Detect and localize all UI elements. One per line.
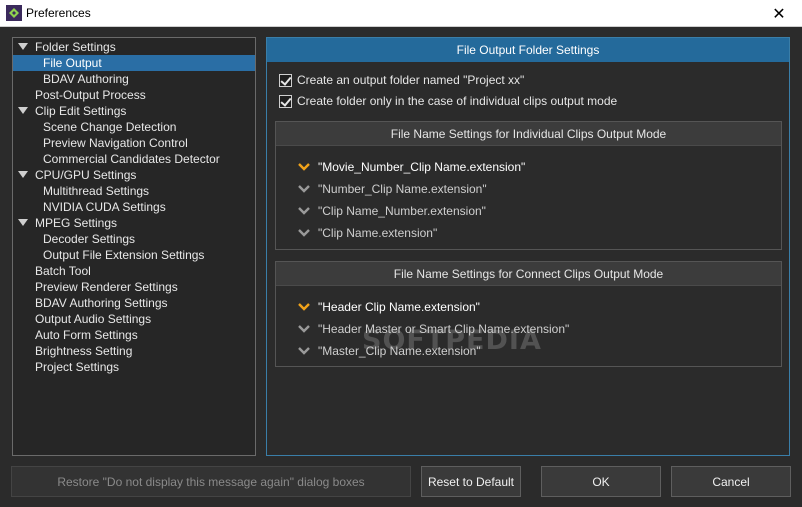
tree-item-batch-tool[interactable]: Batch Tool xyxy=(13,263,255,279)
chevron-down-icon xyxy=(298,163,310,171)
tree-item-label: CPU/GPU Settings xyxy=(35,168,137,182)
reset-to-default-button[interactable]: Reset to Default xyxy=(421,466,521,497)
filename-option[interactable]: "Header Clip Name.extension" xyxy=(276,296,781,318)
tree-item-label: Preview Navigation Control xyxy=(43,136,188,150)
tree-item-label: Output Audio Settings xyxy=(35,312,152,326)
tree-item-output-file-extension-settings[interactable]: Output File Extension Settings xyxy=(13,247,255,263)
option-label: "Number_Clip Name.extension" xyxy=(318,182,487,196)
window-title: Preferences xyxy=(26,6,91,20)
tree-item-output-audio-settings[interactable]: Output Audio Settings xyxy=(13,311,255,327)
tree-item-label: Scene Change Detection xyxy=(43,120,177,134)
tree-item-label: Decoder Settings xyxy=(43,232,136,246)
chevron-down-icon xyxy=(298,207,310,215)
tree-item-nvidia-cuda-settings[interactable]: NVIDIA CUDA Settings xyxy=(13,199,255,215)
create-project-folder-checkbox[interactable]: Create an output folder named "Project x… xyxy=(279,72,524,88)
close-icon: ✕ xyxy=(772,4,786,23)
expand-caret-icon[interactable] xyxy=(18,43,28,50)
tree-item-project-settings[interactable]: Project Settings xyxy=(13,359,255,375)
expand-caret-icon[interactable] xyxy=(18,219,28,226)
filename-option[interactable]: "Movie_Number_Clip Name.extension" xyxy=(276,156,781,178)
tree-item-label: Commercial Candidates Detector xyxy=(43,152,220,166)
chevron-down-icon xyxy=(298,229,310,237)
checkbox-checked-icon[interactable] xyxy=(279,73,292,87)
individual-clips-group: File Name Settings for Individual Clips … xyxy=(275,121,782,250)
tree-item-label: Batch Tool xyxy=(35,264,91,278)
tree-item-label: Clip Edit Settings xyxy=(35,104,127,118)
tree-item-label: NVIDIA CUDA Settings xyxy=(43,200,166,214)
tree-item-folder-settings[interactable]: Folder Settings xyxy=(13,39,255,55)
tree-item-label: Auto Form Settings xyxy=(35,328,138,342)
group-title: File Name Settings for Individual Clips … xyxy=(276,122,781,146)
connect-clips-group: File Name Settings for Connect Clips Out… xyxy=(275,261,782,367)
filename-option[interactable]: "Number_Clip Name.extension" xyxy=(276,178,781,200)
filename-option[interactable]: "Clip Name.extension" xyxy=(276,222,781,244)
tree-item-label: BDAV Authoring Settings xyxy=(35,296,168,310)
group-title: File Name Settings for Connect Clips Out… xyxy=(276,262,781,286)
tree-item-cpu-gpu-settings[interactable]: CPU/GPU Settings xyxy=(13,167,255,183)
chevron-down-icon xyxy=(298,325,310,333)
tree-item-brightness-setting[interactable]: Brightness Setting xyxy=(13,343,255,359)
tree-item-post-output-process[interactable]: Post-Output Process xyxy=(13,87,255,103)
panel-title: File Output Folder Settings xyxy=(267,38,789,62)
expand-caret-icon[interactable] xyxy=(18,171,28,178)
tree-item-label: Folder Settings xyxy=(35,40,116,54)
folder-individual-only-checkbox[interactable]: Create folder only in the case of indivi… xyxy=(279,93,617,109)
tree-item-bdav-authoring[interactable]: BDAV Authoring xyxy=(13,71,255,87)
tree-item-commercial-candidates-detector[interactable]: Commercial Candidates Detector xyxy=(13,151,255,167)
tree-item-decoder-settings[interactable]: Decoder Settings xyxy=(13,231,255,247)
tree-item-label: File Output xyxy=(43,56,102,70)
option-label: "Header Master or Smart Clip Name.extens… xyxy=(318,322,570,336)
tree-item-label: Project Settings xyxy=(35,360,120,374)
close-button[interactable]: ✕ xyxy=(756,0,802,27)
app-icon xyxy=(6,5,22,21)
tree-item-label: Preview Renderer Settings xyxy=(35,280,178,294)
ok-button[interactable]: OK xyxy=(541,466,661,497)
settings-tree[interactable]: Folder Settings File Output BDAV Authori… xyxy=(12,37,256,456)
chevron-down-icon xyxy=(298,303,310,311)
chevron-down-icon xyxy=(298,185,310,193)
tree-item-auto-form-settings[interactable]: Auto Form Settings xyxy=(13,327,255,343)
option-label: "Movie_Number_Clip Name.extension" xyxy=(318,160,526,174)
option-label: "Master_Clip Name.extension" xyxy=(318,344,481,358)
tree-item-multithread-settings[interactable]: Multithread Settings xyxy=(13,183,255,199)
expand-caret-icon[interactable] xyxy=(18,107,28,114)
checkbox-checked-icon[interactable] xyxy=(279,94,292,108)
chevron-down-icon xyxy=(298,347,310,355)
title-bar: Preferences ✕ xyxy=(0,0,802,27)
tree-item-clip-edit-settings[interactable]: Clip Edit Settings xyxy=(13,103,255,119)
settings-panel: File Output Folder Settings Create an ou… xyxy=(266,37,790,456)
tree-item-label: BDAV Authoring xyxy=(43,72,129,86)
tree-item-label: MPEG Settings xyxy=(35,216,118,230)
tree-item-mpeg-settings[interactable]: MPEG Settings xyxy=(13,215,255,231)
filename-option[interactable]: "Master_Clip Name.extension" xyxy=(276,340,781,362)
tree-item-bdav-authoring-settings[interactable]: BDAV Authoring Settings xyxy=(13,295,255,311)
cancel-button[interactable]: Cancel xyxy=(671,466,791,497)
tree-item-label: Brightness Setting xyxy=(35,344,133,358)
restore-dialogs-button[interactable]: Restore "Do not display this message aga… xyxy=(11,466,411,497)
filename-option[interactable]: "Header Master or Smart Clip Name.extens… xyxy=(276,318,781,340)
tree-item-scene-change-detection[interactable]: Scene Change Detection xyxy=(13,119,255,135)
filename-option[interactable]: "Clip Name_Number.extension" xyxy=(276,200,781,222)
tree-item-label: Post-Output Process xyxy=(35,88,146,102)
option-label: "Clip Name_Number.extension" xyxy=(318,204,486,218)
tree-item-preview-navigation-control[interactable]: Preview Navigation Control xyxy=(13,135,255,151)
checkbox-label: Create folder only in the case of indivi… xyxy=(297,94,618,108)
option-label: "Header Clip Name.extension" xyxy=(318,300,480,314)
checkbox-label: Create an output folder named "Project x… xyxy=(297,73,525,87)
tree-item-preview-renderer-settings[interactable]: Preview Renderer Settings xyxy=(13,279,255,295)
tree-item-label: Output File Extension Settings xyxy=(43,248,205,262)
tree-item-label: Multithread Settings xyxy=(43,184,150,198)
tree-item-file-output[interactable]: File Output xyxy=(13,55,255,71)
option-label: "Clip Name.extension" xyxy=(318,226,438,240)
